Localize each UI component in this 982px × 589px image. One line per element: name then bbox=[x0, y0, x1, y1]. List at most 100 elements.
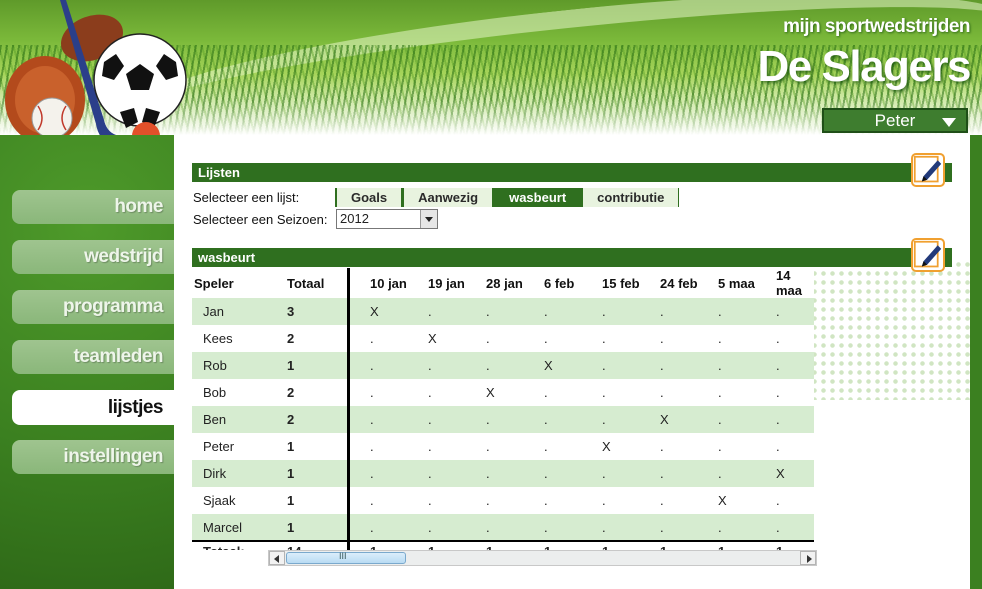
attendance-cell[interactable]: . bbox=[756, 514, 814, 541]
attendance-cell[interactable]: . bbox=[350, 514, 408, 541]
attendance-cell[interactable]: . bbox=[350, 406, 408, 433]
attendance-cell[interactable]: . bbox=[466, 298, 524, 325]
tab-goals[interactable]: Goals bbox=[335, 188, 403, 207]
edit-icon[interactable] bbox=[911, 153, 945, 187]
attendance-cell[interactable]: X bbox=[756, 460, 814, 487]
attendance-cell[interactable]: . bbox=[698, 460, 756, 487]
attendance-cell[interactable]: . bbox=[408, 352, 466, 379]
attendance-cell[interactable]: . bbox=[408, 514, 466, 541]
attendance-cell[interactable]: . bbox=[408, 487, 466, 514]
attendance-cell[interactable]: X bbox=[640, 406, 698, 433]
attendance-cell[interactable]: . bbox=[582, 487, 640, 514]
nav-item-lijstjes[interactable]: lijstjes bbox=[12, 390, 174, 425]
scroll-left-icon[interactable] bbox=[269, 551, 285, 565]
tab-aanwezig[interactable]: Aanwezig bbox=[402, 188, 494, 207]
attendance-cell[interactable]: X bbox=[698, 487, 756, 514]
attendance-cell[interactable]: . bbox=[350, 352, 408, 379]
attendance-cell[interactable]: . bbox=[582, 379, 640, 406]
attendance-cell[interactable]: . bbox=[466, 460, 524, 487]
nav-item-teamleden[interactable]: teamleden bbox=[12, 340, 174, 374]
scroll-right-icon[interactable] bbox=[800, 551, 816, 565]
brand-subtitle: mijn sportwedstrijden bbox=[783, 16, 970, 37]
attendance-cell[interactable]: . bbox=[698, 298, 756, 325]
attendance-cell[interactable]: . bbox=[408, 298, 466, 325]
attendance-cell[interactable]: . bbox=[524, 514, 582, 541]
horizontal-scrollbar[interactable]: III bbox=[268, 550, 817, 566]
attendance-cell[interactable]: . bbox=[698, 406, 756, 433]
attendance-cell[interactable]: . bbox=[582, 352, 640, 379]
attendance-cell[interactable]: . bbox=[640, 487, 698, 514]
attendance-cell[interactable]: . bbox=[466, 514, 524, 541]
attendance-cell[interactable]: . bbox=[350, 487, 408, 514]
attendance-cell[interactable]: . bbox=[756, 379, 814, 406]
nav-item-home[interactable]: home bbox=[12, 190, 174, 224]
attendance-cell[interactable]: X bbox=[466, 379, 524, 406]
attendance-cell[interactable]: . bbox=[582, 406, 640, 433]
attendance-cell[interactable]: . bbox=[640, 325, 698, 352]
attendance-cell[interactable]: . bbox=[698, 325, 756, 352]
attendance-cell[interactable]: . bbox=[756, 352, 814, 379]
attendance-cell[interactable]: . bbox=[756, 298, 814, 325]
edit-icon[interactable] bbox=[911, 238, 945, 272]
attendance-cell[interactable]: X bbox=[582, 433, 640, 460]
attendance-cell[interactable]: . bbox=[408, 460, 466, 487]
attendance-cell[interactable]: . bbox=[350, 325, 408, 352]
dropdown-arrow-icon[interactable] bbox=[420, 210, 437, 228]
attendance-cell[interactable]: . bbox=[524, 298, 582, 325]
attendance-cell[interactable]: . bbox=[408, 406, 466, 433]
nav-item-instellingen[interactable]: instellingen bbox=[12, 440, 174, 474]
attendance-cell[interactable]: . bbox=[640, 379, 698, 406]
attendance-cell[interactable]: . bbox=[350, 433, 408, 460]
player-total: 1 bbox=[287, 433, 347, 460]
attendance-cell[interactable]: . bbox=[640, 460, 698, 487]
tab-contributie[interactable]: contributie bbox=[581, 188, 680, 207]
attendance-cell[interactable]: . bbox=[640, 298, 698, 325]
table-row: Rob 1... X.... bbox=[192, 352, 814, 379]
attendance-cell[interactable]: X bbox=[524, 352, 582, 379]
attendance-cell[interactable]: . bbox=[756, 406, 814, 433]
attendance-cell[interactable]: . bbox=[466, 406, 524, 433]
attendance-cell[interactable]: . bbox=[466, 433, 524, 460]
col-date: 10 jan bbox=[350, 268, 408, 298]
attendance-cell[interactable]: . bbox=[698, 379, 756, 406]
attendance-cell[interactable]: . bbox=[466, 487, 524, 514]
attendance-cell[interactable]: . bbox=[640, 514, 698, 541]
totals-value: 14 bbox=[287, 540, 347, 550]
attendance-cell[interactable]: . bbox=[524, 406, 582, 433]
attendance-cell[interactable]: . bbox=[524, 325, 582, 352]
tab-wasbeurt[interactable]: wasbeurt bbox=[493, 188, 582, 207]
attendance-cell[interactable]: . bbox=[408, 379, 466, 406]
season-select[interactable]: 2012 bbox=[336, 209, 438, 229]
attendance-cell[interactable]: . bbox=[640, 433, 698, 460]
column-total: 1 bbox=[582, 540, 640, 550]
attendance-cell[interactable]: X bbox=[408, 325, 466, 352]
table-row: Jan 3 X....... bbox=[192, 298, 814, 325]
attendance-cell[interactable]: . bbox=[756, 487, 814, 514]
attendance-cell[interactable]: . bbox=[582, 298, 640, 325]
attendance-cell[interactable]: . bbox=[640, 352, 698, 379]
nav-item-wedstrijd[interactable]: wedstrijd bbox=[12, 240, 174, 274]
player-total: 1 bbox=[287, 352, 347, 379]
attendance-cell[interactable]: . bbox=[350, 460, 408, 487]
nav-item-programma[interactable]: programma bbox=[12, 290, 174, 324]
attendance-cell[interactable]: . bbox=[582, 325, 640, 352]
attendance-cell[interactable]: . bbox=[698, 514, 756, 541]
attendance-cell[interactable]: . bbox=[524, 460, 582, 487]
wasbeurt-table: Speler Totaal 10 jan 19 jan 28 jan 6 feb… bbox=[192, 268, 814, 550]
attendance-cell[interactable]: . bbox=[756, 325, 814, 352]
attendance-cell[interactable]: . bbox=[466, 325, 524, 352]
attendance-cell[interactable]: . bbox=[524, 379, 582, 406]
scroll-thumb[interactable]: III bbox=[286, 551, 406, 564]
attendance-cell[interactable]: . bbox=[582, 460, 640, 487]
user-menu-dropdown[interactable]: Peter bbox=[822, 108, 968, 133]
attendance-cell[interactable]: . bbox=[350, 379, 408, 406]
attendance-cell[interactable]: . bbox=[756, 433, 814, 460]
attendance-cell[interactable]: . bbox=[698, 433, 756, 460]
attendance-cell[interactable]: . bbox=[582, 514, 640, 541]
attendance-cell[interactable]: . bbox=[524, 487, 582, 514]
attendance-cell[interactable]: . bbox=[466, 352, 524, 379]
attendance-cell[interactable]: . bbox=[408, 433, 466, 460]
attendance-cell[interactable]: . bbox=[524, 433, 582, 460]
attendance-cell[interactable]: X bbox=[350, 298, 408, 325]
attendance-cell[interactable]: . bbox=[698, 352, 756, 379]
